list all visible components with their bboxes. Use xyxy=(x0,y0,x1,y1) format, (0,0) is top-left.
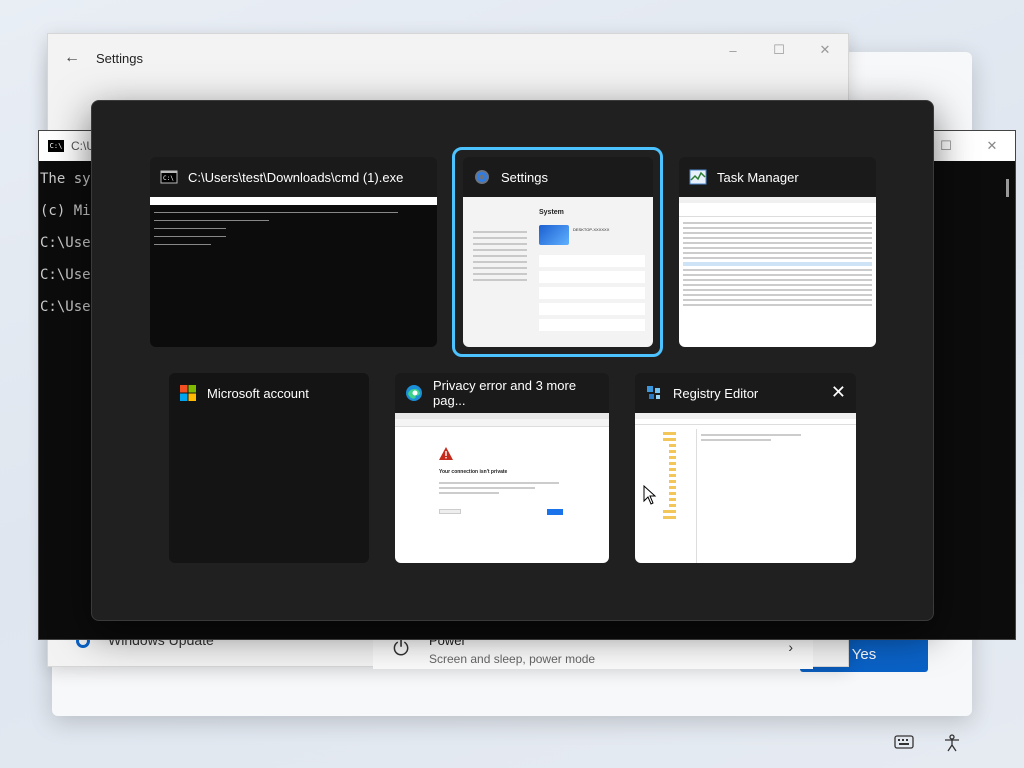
window-thumbnail-task-manager[interactable]: Task Manager xyxy=(679,157,876,347)
keyboard-icon[interactable] xyxy=(894,734,914,750)
mouse-cursor-icon xyxy=(643,485,657,505)
cmd-icon: C:\ xyxy=(160,170,178,184)
thumbnail-header: Settings xyxy=(463,157,653,197)
window-thumbnail-microsoft-account[interactable]: Microsoft account xyxy=(169,373,369,563)
settings-titlebar: ← Settings – ☐ ✕ xyxy=(48,34,848,82)
back-arrow-icon[interactable]: ← xyxy=(48,49,96,67)
registry-editor-icon xyxy=(647,386,660,399)
task-manager-icon xyxy=(689,169,707,185)
thumbnail-header: Privacy error and 3 more pag... xyxy=(395,373,609,413)
window-thumbnail-edge[interactable]: Privacy error and 3 more pag... Your con… xyxy=(395,373,609,563)
window-thumbnail-registry-editor[interactable]: Registry Editor ✕ xyxy=(635,373,856,563)
settings-window-title: Settings xyxy=(96,50,143,66)
power-icon: ⏻ xyxy=(393,637,409,660)
close-icon[interactable]: ✕ xyxy=(831,383,846,401)
thumbnail-title: Registry Editor xyxy=(673,385,759,401)
close-icon[interactable]: ✕ xyxy=(969,131,1015,161)
window-thumbnail-cmd[interactable]: C:\ C:\Users\test\Downloads\cmd (1).exe xyxy=(150,157,437,347)
thumbnail-preview: System DESKTOP-XXXXXX xyxy=(463,197,653,347)
chevron-right-icon: › xyxy=(788,639,793,655)
cmd-icon: C:\ xyxy=(48,140,64,152)
thumbnail-header: Task Manager xyxy=(679,157,876,197)
privacy-error-headline: Your connection isn't private xyxy=(439,469,508,475)
window-thumbnail-settings[interactable]: Settings System DESKTOP-XXXXXX xyxy=(463,157,653,347)
thumbnail-title: Settings xyxy=(501,169,548,185)
thumbnail-preview xyxy=(679,197,876,347)
thumbnail-header: Registry Editor xyxy=(635,373,856,413)
cmd-window-controls: ☐ ✕ xyxy=(923,131,1015,161)
thumbnail-header: C:\ C:\Users\test\Downloads\cmd (1).exe xyxy=(150,157,437,197)
accessibility-icon[interactable] xyxy=(943,734,961,752)
close-icon[interactable]: ✕ xyxy=(802,34,848,66)
thumbnail-title: Privacy error and 3 more pag... xyxy=(433,378,577,408)
gear-icon xyxy=(475,170,489,184)
microsoft-logo-icon xyxy=(180,385,196,401)
preview-heading: System xyxy=(539,209,564,216)
edge-icon xyxy=(406,385,422,401)
thumbnail-preview xyxy=(635,413,856,563)
power-subtitle: Screen and sleep, power mode xyxy=(429,651,596,666)
wallpaper-preview xyxy=(539,225,569,245)
minimize-icon[interactable]: – xyxy=(710,34,756,66)
maximize-icon[interactable]: ☐ xyxy=(756,34,802,66)
thumbnail-title: Microsoft account xyxy=(207,385,309,401)
advanced-button[interactable] xyxy=(439,509,461,514)
thumbnail-preview: Your connection isn't private xyxy=(395,413,609,563)
scrollbar-thumb[interactable] xyxy=(1006,179,1009,197)
thumbnail-preview xyxy=(150,197,437,347)
thumbnail-title: C:\Users\test\Downloads\cmd (1).exe xyxy=(188,169,404,185)
settings-window-controls: – ☐ ✕ xyxy=(710,34,848,66)
thumbnail-header: Microsoft account xyxy=(169,373,369,413)
thumbnail-title: Task Manager xyxy=(717,169,799,185)
device-name: DESKTOP-XXXXXX xyxy=(573,227,610,232)
svg-text:C:\: C:\ xyxy=(163,175,174,182)
warning-icon xyxy=(439,447,453,460)
go-back-button[interactable] xyxy=(547,509,563,515)
